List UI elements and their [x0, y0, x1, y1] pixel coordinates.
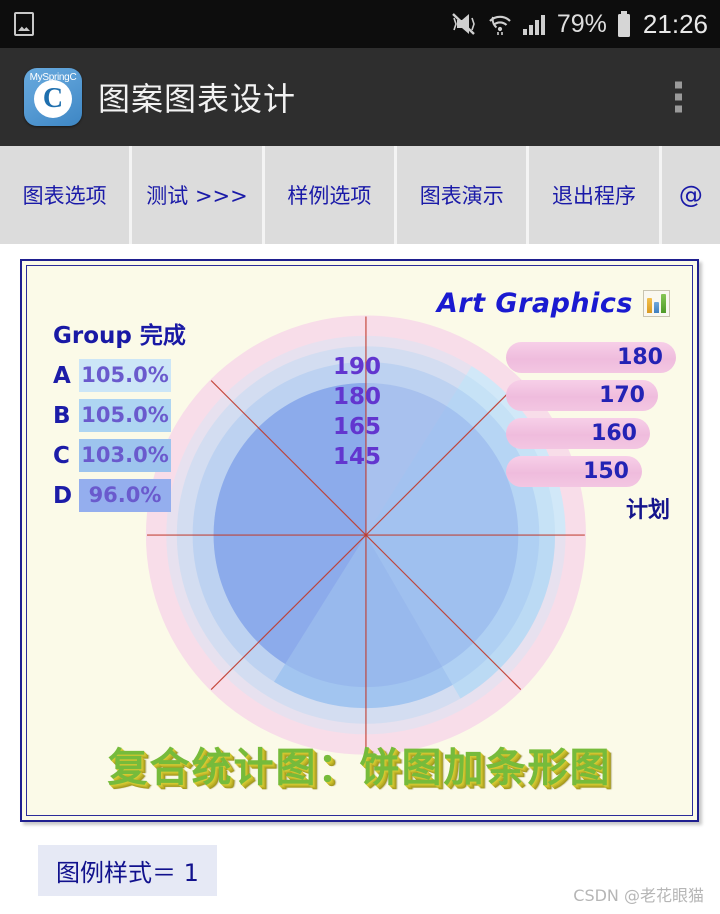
plan-bars: 180 170 160 150	[506, 342, 676, 494]
legend-row: A 105.0%	[53, 359, 186, 392]
vibrate-mute-icon	[452, 13, 475, 35]
app-header: MySpringC C 图案图表设计	[0, 48, 720, 146]
legend-key-c: C	[53, 442, 70, 469]
app-icon: MySpringC C	[24, 68, 82, 126]
app-icon-disc: C	[34, 80, 72, 119]
plan-label: 计划	[625, 498, 670, 523]
art-graphics-title: Art Graphics	[436, 288, 633, 319]
actual-value: 165	[332, 414, 381, 440]
legend-row: D 96.0%	[53, 479, 186, 512]
plan-bar: 160	[506, 418, 650, 449]
actual-value: 180	[332, 384, 381, 410]
tab-at[interactable]: @	[661, 146, 720, 244]
legend-key-a: A	[53, 362, 71, 389]
tab-sample-options[interactable]: 样例选项	[264, 146, 395, 244]
app-icon-letter: C	[42, 83, 64, 115]
overflow-menu-icon[interactable]	[675, 81, 682, 113]
legend-style-button[interactable]: 图例样式＝ 1	[38, 845, 217, 896]
chart-bottom-title: 复合统计图：饼图加条形图	[107, 745, 612, 791]
legend-value-c: 103.0%	[79, 439, 171, 472]
watermark: CSDN @老花眼猫	[573, 886, 704, 905]
wifi-icon	[489, 15, 511, 35]
tab-exit-program[interactable]: 退出程序	[529, 146, 659, 244]
legend-row: C 103.0%	[53, 439, 186, 472]
actual-value: 145	[332, 444, 381, 470]
tab-test[interactable]: 测试 >>>	[132, 146, 262, 244]
completion-legend-title: Group 完成	[53, 323, 186, 349]
actual-value-labels: 190 180 165 145	[317, 352, 381, 472]
legend-value-a: 105.0%	[79, 359, 171, 392]
plan-bar: 170	[506, 380, 658, 411]
status-bar: 79% 21:26	[0, 0, 720, 48]
chart-panel-inner: Group 完成 A 105.0% B 105.0% C 103.0% D 96…	[26, 265, 693, 816]
legend-key-b: B	[53, 402, 71, 429]
bar-chart-icon	[643, 290, 670, 317]
tab-bar: 图表选项 测试 >>> 样例选项 图表演示 退出程序 @	[0, 146, 720, 244]
status-bar-left	[14, 12, 34, 36]
legend-row: B 105.0%	[53, 399, 186, 432]
photo-icon	[14, 12, 34, 36]
tab-chart-demo[interactable]: 图表演示	[397, 146, 527, 244]
tab-chart-options[interactable]: 图表选项	[0, 146, 130, 244]
battery-percent-label: 79%	[556, 9, 607, 38]
plan-bar: 150	[506, 456, 642, 487]
battery-icon	[617, 10, 630, 37]
status-bar-right: 79% 21:26	[448, 9, 708, 40]
chart-panel: Group 完成 A 105.0% B 105.0% C 103.0% D 96…	[20, 259, 699, 822]
legend-value-b: 105.0%	[79, 399, 171, 432]
legend-key-d: D	[53, 482, 73, 509]
status-bar-clock: 21:26	[642, 8, 708, 39]
signal-bars-icon	[522, 15, 545, 35]
actual-value: 190	[332, 354, 381, 380]
art-graphics-header: Art Graphics	[437, 288, 670, 319]
legend-value-d: 96.0%	[79, 479, 171, 512]
plan-bar: 180	[506, 342, 676, 373]
completion-legend: Group 完成 A 105.0% B 105.0% C 103.0% D 96…	[53, 316, 186, 519]
page-title: 图案图表设计	[98, 80, 297, 118]
